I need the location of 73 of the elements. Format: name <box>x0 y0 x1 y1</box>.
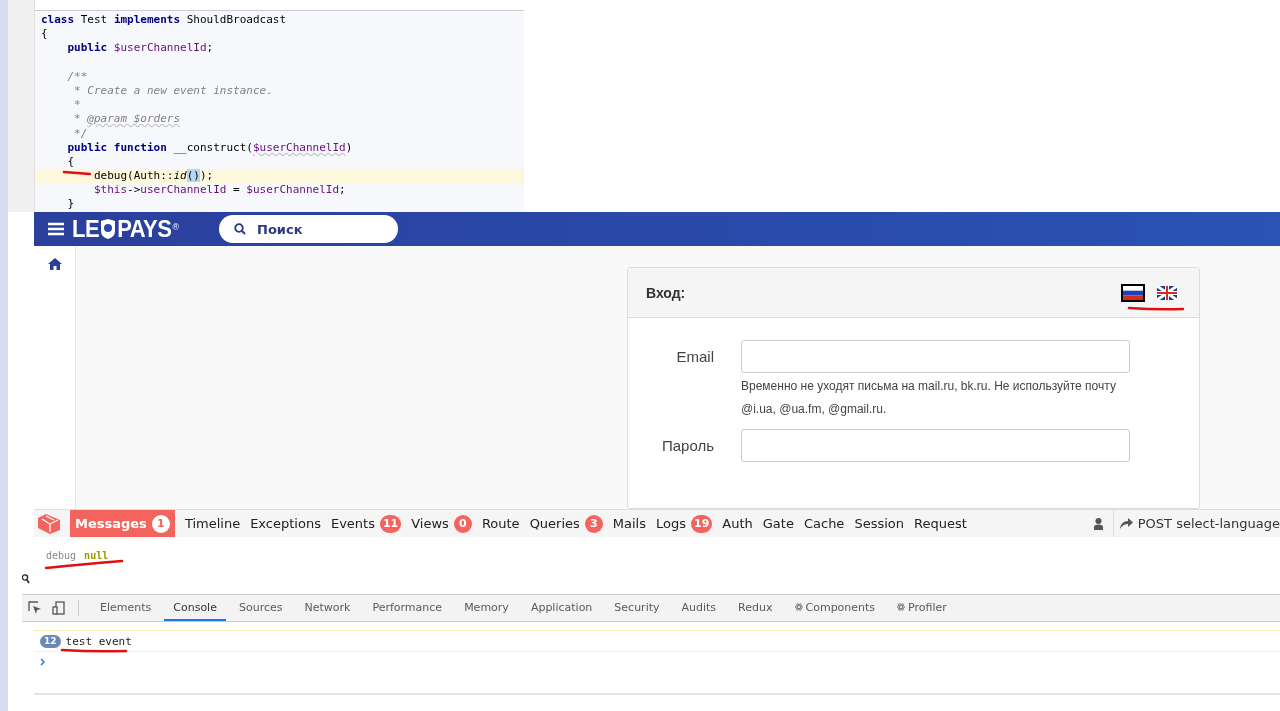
laravel-icon[interactable] <box>38 513 60 534</box>
annotation-stroke <box>1129 306 1185 312</box>
code-line: * Create a new event instance. <box>73 83 274 99</box>
devtools-tab[interactable]: Memory <box>455 595 518 621</box>
email-field[interactable] <box>741 340 1130 373</box>
search-icon <box>234 223 247 235</box>
flag-icon[interactable] <box>1121 283 1145 302</box>
atom-icon <box>794 603 803 611</box>
devtools-tab[interactable]: Security <box>605 595 669 621</box>
annotation-stroke <box>64 171 92 176</box>
devtools-tab[interactable]: Components <box>785 595 885 621</box>
debugbar-tab[interactable]: Session <box>854 510 904 537</box>
debug-message: debug null <box>46 537 1280 594</box>
device-icon[interactable] <box>52 601 66 615</box>
share-icon <box>1119 518 1133 529</box>
devtools-tab[interactable]: Performance <box>363 595 452 621</box>
debugbar-tab[interactable]: Timeline <box>184 510 241 537</box>
atom-icon <box>897 603 906 611</box>
code-line: { <box>40 27 49 42</box>
debugbar-tab[interactable]: Request <box>914 510 967 537</box>
menu-icon[interactable] <box>48 222 64 236</box>
code-line: public function __construct($userChannelId) <box>66 140 354 155</box>
user-icon[interactable] <box>1093 517 1103 530</box>
password-field[interactable] <box>741 429 1130 462</box>
debugbar-tab[interactable]: Mails <box>612 510 646 537</box>
help-text: Временно не уходят письма на mail.ru, bk.ru. Не используйте почту @i.ua, @ua.fm, @gmail.ru. <box>741 378 1117 418</box>
inspect-icon[interactable] <box>28 601 42 615</box>
flag-icon[interactable] <box>1155 283 1179 302</box>
search-icon <box>22 574 30 584</box>
debugbar-tab[interactable]: Route <box>481 510 520 537</box>
code-line: class Test implements ShouldBroadcast <box>40 13 288 28</box>
code-line: { <box>66 154 76 170</box>
request-link[interactable]: POST select-language <box>1112 510 1280 537</box>
count-badge: 3 <box>584 514 603 533</box>
field-label: Email <box>675 347 714 367</box>
prompt-chevron-icon[interactable] <box>40 658 45 666</box>
code-line: * @param $orders <box>73 112 182 127</box>
devtools-tab[interactable]: Profiler <box>888 595 956 621</box>
lion-shield-icon <box>100 218 117 240</box>
devtools-tab[interactable]: Application <box>521 595 602 621</box>
debugbar-tab[interactable]: Queries 3 <box>529 510 603 537</box>
devtools-tab[interactable]: Redux <box>729 595 782 621</box>
code-line: $this->userChannelId = $userChannelId; <box>92 183 347 198</box>
devtools-tab[interactable]: Network <box>295 595 360 621</box>
devtools-tab[interactable]: Elements <box>91 595 161 621</box>
code-line: /** <box>66 69 89 84</box>
card-title: Вход: <box>646 284 686 301</box>
debugbar-tab[interactable]: Gate <box>762 510 794 537</box>
search-field[interactable]: Поиск <box>219 215 399 243</box>
repeat-count: 12 <box>40 634 61 648</box>
code-line: */ <box>73 126 89 141</box>
debugbar-tab[interactable]: Auth <box>722 510 753 537</box>
count-badge: 19 <box>691 514 713 533</box>
count-badge: 11 <box>379 514 402 533</box>
code-line: public $userChannelId; <box>66 41 215 56</box>
debugbar-tab[interactable]: Exceptions <box>250 510 321 537</box>
home-icon[interactable] <box>47 258 62 270</box>
console-message: test event <box>65 634 132 648</box>
code-editor[interactable] <box>35 10 524 212</box>
debugbar-tab[interactable]: Cache <box>803 510 845 537</box>
devtools-tab[interactable]: Audits <box>672 595 726 621</box>
code-line: } <box>66 197 76 212</box>
debugbar-tab[interactable]: Logs 19 <box>656 510 713 537</box>
devtools-tab[interactable]: Sources <box>229 595 292 621</box>
count-badge: 1 <box>151 514 170 533</box>
logo[interactable]: LE PAYS® <box>72 216 180 242</box>
debugbar-tab[interactable]: Events 11 <box>330 510 402 537</box>
debugbar-tab[interactable]: Views 0 <box>411 510 472 537</box>
devtools-tab[interactable]: Console <box>164 595 226 621</box>
code-line: * <box>73 98 82 113</box>
field-label: Пароль <box>660 436 714 456</box>
annotation-stroke <box>62 649 128 653</box>
count-badge: 0 <box>453 514 472 533</box>
